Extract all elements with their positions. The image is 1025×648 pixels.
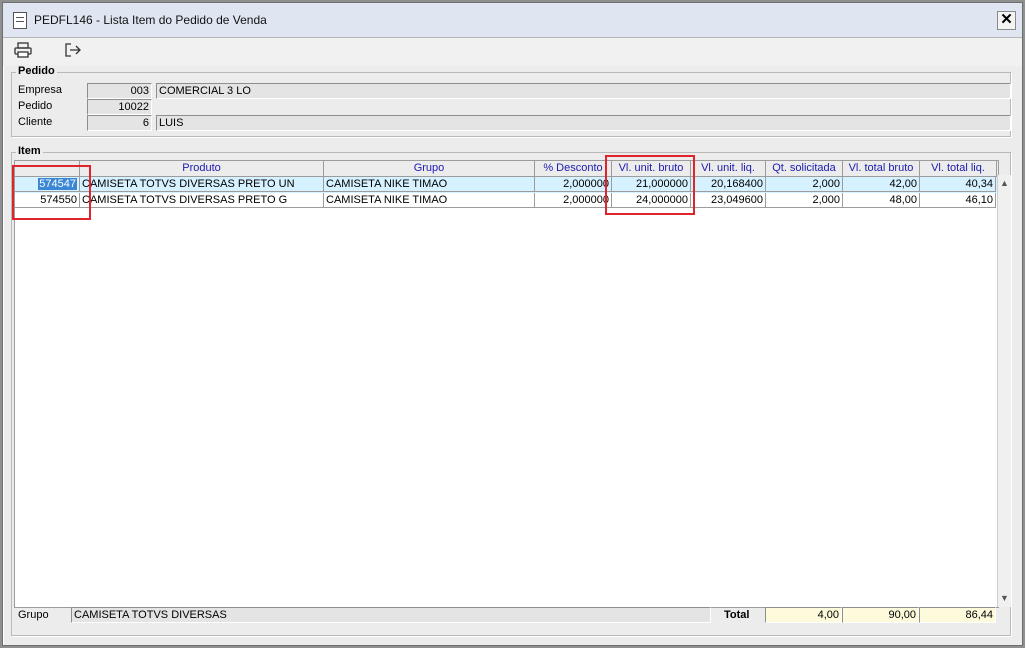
qt-cell[interactable]: 2,000 [766,193,843,208]
cliente-name-field[interactable]: LUIS [156,115,1011,131]
pedido-group-title: Pedido [16,65,57,77]
empresa-label: Empresa [18,84,63,96]
footer-total-qt: 4,00 [765,607,842,623]
scroll-up-icon[interactable]: ▲ [998,176,1011,190]
total-liq-cell[interactable]: 46,10 [920,193,996,208]
desconto-cell[interactable]: 2,000000 [535,177,612,192]
footer-total-liq: 86,44 [919,607,996,623]
table-row[interactable]: 574547 CAMISETA TOTVS DIVERSAS PRETO UN … [15,177,998,193]
unit-liq-cell[interactable]: 23,049600 [691,193,766,208]
column-header-unit-liq[interactable]: Vl. unit. liq. [691,161,766,176]
column-header-total-liq[interactable]: Vl. total liq. [920,161,997,176]
column-header-qt-solicitada[interactable]: Qt. solicitada [766,161,843,176]
vertical-scrollbar[interactable]: ▲ ▼ [997,175,1011,607]
close-button[interactable]: ✕ [997,11,1016,30]
footer-grupo-label: Grupo [18,609,49,621]
items-grid[interactable]: Produto Grupo % Desconto Vl. unit. bruto… [14,160,999,608]
footer-total-bruto: 90,00 [842,607,919,623]
total-bruto-cell[interactable]: 42,00 [843,177,920,192]
column-header-total-bruto[interactable]: Vl. total bruto [843,161,920,176]
title-bar: PEDFL146 - Lista Item do Pedido de Venda… [3,3,1022,38]
qt-cell[interactable]: 2,000 [766,177,843,192]
footer-grupo-field[interactable]: CAMISETA TOTVS DIVERSAS [71,607,711,623]
table-row[interactable]: 574550 CAMISETA TOTVS DIVERSAS PRETO G C… [15,193,998,209]
printer-icon[interactable] [12,42,34,62]
grupo-cell[interactable]: CAMISETA NIKE TIMAO [324,177,535,192]
scroll-down-icon[interactable]: ▼ [998,591,1011,605]
empresa-name-field[interactable]: COMERCIAL 3 LO [156,83,1011,99]
cliente-code-field[interactable]: 6 [87,115,152,131]
produto-cell[interactable]: CAMISETA TOTVS DIVERSAS PRETO G [80,193,324,208]
highlight-box-unit-bruto [605,155,695,215]
item-group-title: Item [16,145,43,157]
cliente-label: Cliente [18,116,53,128]
document-icon [13,12,27,29]
total-bruto-cell[interactable]: 48,00 [843,193,920,208]
window-title: PEDFL146 - Lista Item do Pedido de Venda [34,13,267,27]
column-header-grupo[interactable]: Grupo [324,161,535,176]
total-liq-cell[interactable]: 40,34 [920,177,996,192]
pedido-label: Pedido [18,100,53,112]
grid-header: Produto Grupo % Desconto Vl. unit. bruto… [15,161,998,177]
pedido-group: Pedido Empresa 003 COMERCIAL 3 LO Pedido… [11,65,1011,137]
exit-icon[interactable] [62,42,84,62]
column-header-produto[interactable]: Produto [80,161,324,176]
pedido-number-field[interactable]: 10022 [87,99,152,115]
toolbar [3,38,1022,66]
column-header-desconto[interactable]: % Desconto [535,161,612,176]
desconto-cell[interactable]: 2,000000 [535,193,612,208]
grupo-cell[interactable]: CAMISETA NIKE TIMAO [324,193,535,208]
empresa-code-field[interactable]: 003 [87,83,152,99]
highlight-box-code [12,165,91,220]
footer-total-label: Total [724,609,750,621]
unit-liq-cell[interactable]: 20,168400 [691,177,766,192]
produto-cell[interactable]: CAMISETA TOTVS DIVERSAS PRETO UN [80,177,324,192]
